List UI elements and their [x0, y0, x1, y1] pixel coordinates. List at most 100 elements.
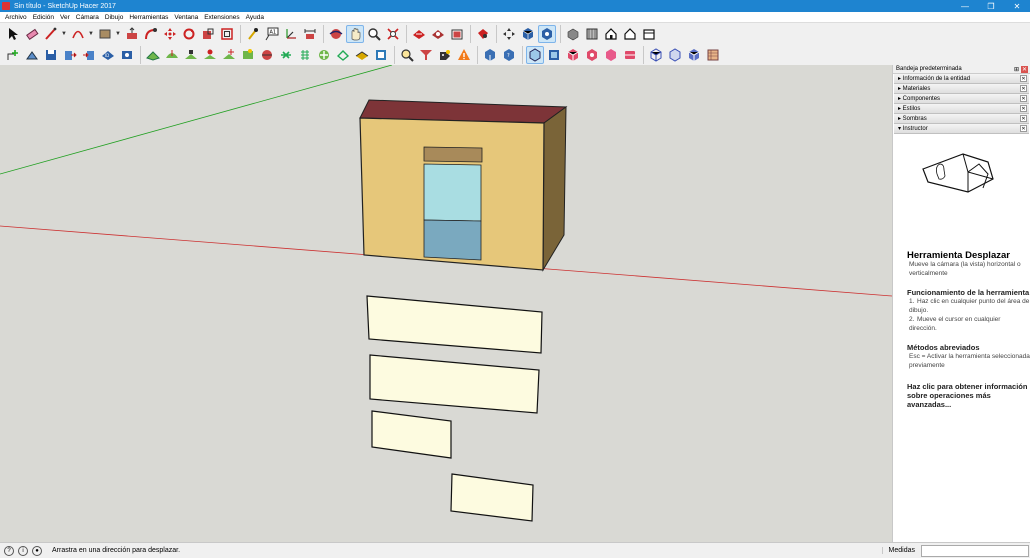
orbit-tool-icon[interactable]	[327, 25, 345, 43]
flip-edge-icon[interactable]	[239, 46, 257, 64]
search-icon[interactable]	[398, 46, 416, 64]
push-pull-tool-icon[interactable]	[123, 25, 141, 43]
style-hidden-line-icon[interactable]	[621, 46, 639, 64]
menu-ayuda[interactable]: Ayuda	[243, 14, 267, 21]
component-options-icon[interactable]	[481, 46, 499, 64]
measurements-input[interactable]	[921, 544, 1029, 557]
arc-dropdown-icon[interactable]: ▼	[88, 25, 94, 43]
section-fill-icon[interactable]	[296, 46, 314, 64]
section-plane-icon[interactable]	[277, 46, 295, 64]
paint-bucket-icon[interactable]	[258, 46, 276, 64]
panel-entity-info[interactable]: ▸ Información de la entidad ✕	[894, 74, 1029, 84]
arc-tool-icon[interactable]	[69, 25, 87, 43]
sandbox-scratch-icon[interactable]	[144, 46, 162, 64]
save-icon[interactable]	[42, 46, 60, 64]
close-icon[interactable]: ✕	[1020, 85, 1027, 92]
style-wireframe-icon[interactable]	[647, 46, 665, 64]
menu-extensiones[interactable]: Extensiones	[201, 14, 242, 21]
panel-materials[interactable]: ▸ Materiales ✕	[894, 84, 1029, 94]
drape-icon[interactable]	[201, 46, 219, 64]
close-icon[interactable]: ✕	[1020, 105, 1027, 112]
top-view-icon[interactable]	[583, 25, 601, 43]
style-shaded-icon[interactable]	[564, 46, 582, 64]
soften-edges-icon[interactable]	[315, 46, 333, 64]
model-canvas[interactable]	[0, 65, 892, 542]
move-tool-icon[interactable]	[161, 25, 179, 43]
minimize-button[interactable]: —	[952, 0, 978, 12]
style-xray-icon[interactable]	[666, 46, 684, 64]
sandbox-from-contours-icon[interactable]	[23, 46, 41, 64]
layers-panel-icon[interactable]	[704, 46, 722, 64]
user-icon[interactable]: ●	[32, 545, 42, 556]
send-to-layout-icon[interactable]	[118, 46, 136, 64]
style-monochrome-icon[interactable]	[602, 46, 620, 64]
style-texture-icon[interactable]	[583, 46, 601, 64]
stamp-icon[interactable]	[182, 46, 200, 64]
rotate-tool-icon[interactable]	[180, 25, 198, 43]
tag-icon[interactable]	[436, 46, 454, 64]
close-button[interactable]: ✕	[1004, 0, 1030, 12]
view-front-style-icon[interactable]	[545, 46, 563, 64]
iso-view-icon[interactable]	[564, 25, 582, 43]
menu-edicion[interactable]: Edición	[30, 14, 57, 21]
xray-icon[interactable]	[334, 46, 352, 64]
text-tool-icon[interactable]: A1	[263, 25, 281, 43]
position-camera-icon[interactable]	[500, 25, 518, 43]
style-back-edges-icon[interactable]	[685, 46, 703, 64]
left-view-icon[interactable]	[640, 25, 658, 43]
photo-match-icon[interactable]	[372, 46, 390, 64]
import-icon[interactable]	[61, 46, 79, 64]
rectangle-tool-icon[interactable]	[96, 25, 114, 43]
menu-dibujo[interactable]: Dibujo	[102, 14, 126, 21]
offset-tool-icon[interactable]	[218, 25, 236, 43]
drawing-area[interactable]	[0, 65, 892, 542]
line-tool-icon[interactable]	[42, 25, 60, 43]
walk-tool-icon[interactable]	[538, 25, 556, 43]
close-icon[interactable]: ✕	[1020, 125, 1027, 132]
close-icon[interactable]: ✕	[1020, 115, 1027, 122]
pan-tool-icon[interactable]	[346, 25, 364, 43]
line-dropdown-icon[interactable]: ▼	[61, 25, 67, 43]
tray-pin-icon[interactable]: ⊞	[1013, 66, 1020, 73]
select-tool-icon[interactable]	[4, 25, 22, 43]
filter-icon[interactable]	[417, 46, 435, 64]
panel-instructor[interactable]: ▾ Instructor ✕	[894, 124, 1029, 134]
close-icon[interactable]: ✕	[1020, 75, 1027, 82]
look-around-icon[interactable]	[519, 25, 537, 43]
scale-tool-icon[interactable]	[199, 25, 217, 43]
add-detail-icon[interactable]	[220, 46, 238, 64]
dimension-tool-icon[interactable]	[301, 25, 319, 43]
hidden-geometry-icon[interactable]	[353, 46, 371, 64]
make-component-icon[interactable]	[4, 46, 22, 64]
close-icon[interactable]: ✕	[1020, 95, 1027, 102]
shape-dropdown-icon[interactable]: ▼	[115, 25, 121, 43]
warehouse-icon[interactable]	[410, 25, 428, 43]
instructor-more-link[interactable]: Haz clic para obtener información sobre …	[907, 382, 1030, 409]
menu-herramientas[interactable]: Herramientas	[126, 14, 171, 21]
back-view-icon[interactable]	[621, 25, 639, 43]
georeference-icon[interactable]: ?	[4, 545, 14, 556]
warning-icon[interactable]	[455, 46, 473, 64]
layout-icon[interactable]: ID	[99, 46, 117, 64]
front-view-icon[interactable]	[602, 25, 620, 43]
maximize-button[interactable]: ❐	[978, 0, 1004, 12]
view-iso-style-icon[interactable]	[526, 45, 544, 64]
eraser-tool-icon[interactable]	[23, 25, 41, 43]
zoom-extents-tool-icon[interactable]	[384, 25, 402, 43]
extension-manager-icon[interactable]	[474, 25, 492, 43]
tray-close-icon[interactable]: ✕	[1021, 65, 1028, 73]
axes-tool-icon[interactable]	[282, 25, 300, 43]
menu-ventana[interactable]: Ventana	[171, 14, 201, 21]
menu-ver[interactable]: Ver	[57, 14, 73, 21]
zoom-tool-icon[interactable]	[365, 25, 383, 43]
panel-components[interactable]: ▸ Componentes ✕	[894, 94, 1029, 104]
smoove-icon[interactable]	[163, 46, 181, 64]
menu-camara[interactable]: Cámara	[73, 14, 102, 21]
credits-icon[interactable]: i	[18, 545, 28, 556]
panel-styles[interactable]: ▸ Estilos ✕	[894, 104, 1029, 114]
export-icon[interactable]	[80, 46, 98, 64]
extension-warehouse-icon[interactable]	[448, 25, 466, 43]
menu-archivo[interactable]: Archivo	[2, 14, 30, 21]
component-attributes-icon[interactable]: ?	[500, 46, 518, 64]
follow-me-tool-icon[interactable]	[142, 25, 160, 43]
